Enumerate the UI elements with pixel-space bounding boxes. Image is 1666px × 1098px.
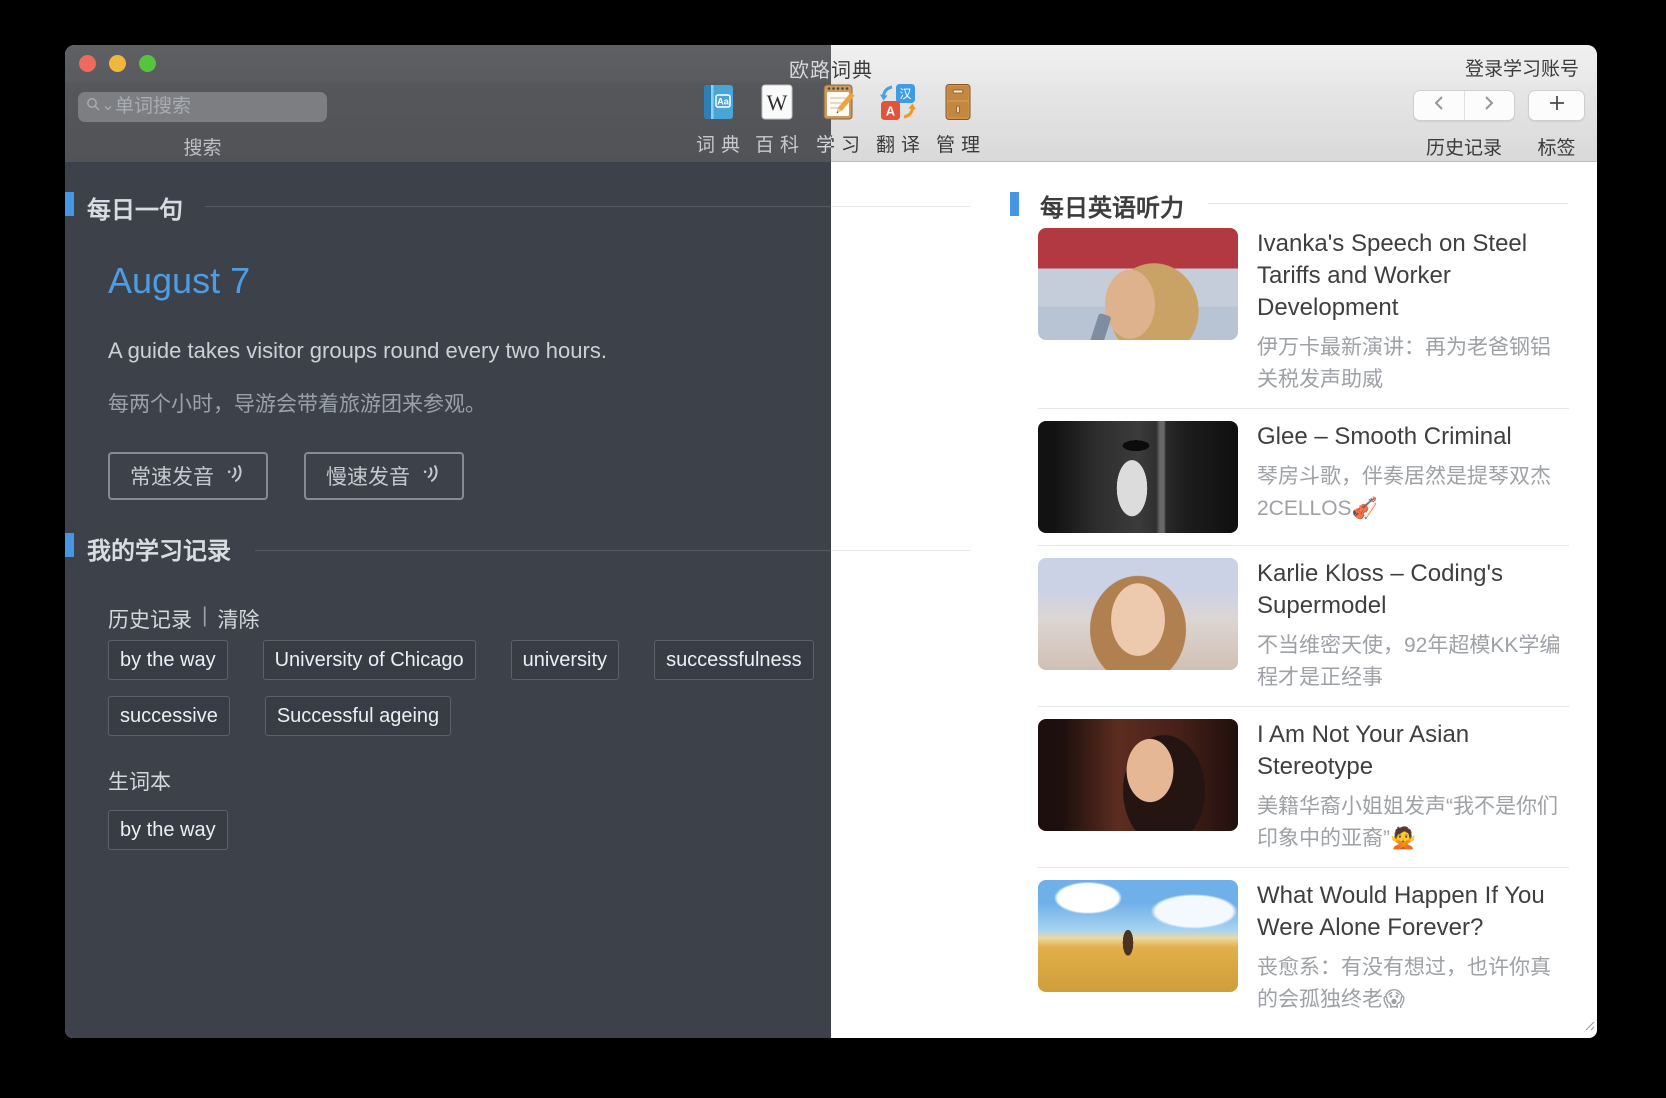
back-button[interactable]: [1414, 91, 1464, 120]
section-accent-bar: [65, 533, 74, 557]
daily-listening-list: Ivanka's Speech on Steel Tariffs and Wor…: [1038, 216, 1569, 1028]
listening-item-title: Karlie Kloss – Coding's Supermodel: [1257, 560, 1504, 619]
app-window: 欧路词典 登录学习账号 搜索 Aa 词典 W: [65, 45, 1597, 1038]
wordbook-tags-row: by the way: [108, 810, 228, 850]
history-tag[interactable]: university: [510, 640, 620, 680]
tag-label: Successful ageing: [276, 704, 440, 727]
tag-label: successfulness: [666, 648, 802, 671]
history-header: 历史记录 | 清除: [108, 604, 259, 634]
listening-item-subtitle: 琴房斗歌，伴奏居然是提琴双杰2CELLOS🎻: [1257, 465, 1551, 520]
listening-item-subtitle: 美籍华裔小姐姐发声“我不是你们印象中的亚裔”🙅: [1257, 795, 1558, 850]
tag-label: by the way: [120, 818, 216, 841]
history-nav-group: [1413, 90, 1515, 121]
listening-item-title: I Am Not Your Asian Stereotype: [1257, 721, 1470, 780]
listening-item-subtitle: 不当维密天使，92年超模KK学编程才是正经事: [1257, 634, 1561, 689]
search-toolbar-label: 搜索: [183, 138, 222, 159]
history-tag[interactable]: successfulness: [654, 640, 814, 680]
wordbook-tag[interactable]: by the way: [108, 810, 228, 850]
toolbar-divider: [831, 161, 1597, 162]
section-accent-bar: [65, 192, 74, 216]
chevron-right-icon: [1483, 95, 1495, 116]
toolbar-label-manage: 管理: [935, 135, 986, 156]
listening-item[interactable]: Ivanka's Speech on Steel Tariffs and Wor…: [1038, 216, 1569, 408]
thumbnail-alone-forever[interactable]: [1038, 880, 1238, 992]
section-divider: [1208, 203, 1568, 204]
study-records-section-title: 我的学习记录: [87, 538, 231, 565]
window-chrome: 欧路词典 登录学习账号 搜索 Aa 词典 W: [65, 45, 1597, 162]
listening-item-text: Karlie Kloss – Coding's Supermodel 不当维密天…: [1257, 558, 1569, 694]
thumbnail-asian-stereotype[interactable]: [1038, 719, 1238, 831]
history-tags-row-1: by the way University of Chicago univers…: [108, 640, 814, 680]
listening-item-text: Ivanka's Speech on Steel Tariffs and Wor…: [1257, 228, 1569, 396]
svg-text:汉: 汉: [899, 87, 911, 101]
word-search-field[interactable]: [78, 92, 327, 122]
daily-panel: 每日一句 August 7 A guide takes visitor grou…: [65, 162, 970, 1038]
separator: |: [202, 604, 208, 627]
section-divider: [255, 550, 970, 551]
listening-item[interactable]: Glee – Smooth Criminal 琴房斗歌，伴奏居然是提琴双杰2CE…: [1038, 408, 1569, 545]
normal-speed-label: 常速发音: [130, 466, 214, 489]
history-tag[interactable]: University of Chicago: [262, 640, 476, 680]
manage-cabinet-icon: [916, 82, 1000, 122]
listening-item-text: What Would Happen If You Were Alone Fore…: [1257, 880, 1569, 1016]
speaker-waves-icon: [224, 462, 246, 490]
listening-item[interactable]: I Am Not Your Asian Stereotype 美籍华裔小姐姐发声…: [1038, 706, 1569, 867]
history-tags-row-2: successive Successful ageing: [108, 696, 452, 736]
thumbnail-karlie-kloss-coding[interactable]: [1038, 558, 1238, 670]
daily-sentence-chinese: 每两个小时，导游会带着旅游团来参观。: [108, 393, 486, 416]
history-tag[interactable]: by the way: [108, 640, 228, 680]
listening-item-title: Ivanka's Speech on Steel Tariffs and Wor…: [1257, 230, 1528, 321]
desktop-background: 欧路词典 登录学习账号 搜索 Aa 词典 W: [0, 0, 1666, 1098]
section-accent-bar: [1010, 192, 1019, 216]
section-divider: [205, 206, 970, 207]
plus-icon: [1549, 95, 1565, 116]
speaker-waves-icon: [420, 462, 442, 490]
window-title: 欧路词典: [65, 54, 1597, 83]
listening-item-subtitle: 丧愈系：有没有想过，也许你真的会孤独终老😱: [1257, 956, 1551, 1011]
daily-sentence-english: A guide takes visitor groups round every…: [108, 338, 607, 363]
wordbook-label: 生词本: [108, 771, 171, 794]
add-tag-button[interactable]: [1528, 90, 1585, 121]
search-scope-chevron-icon[interactable]: [104, 98, 112, 116]
toolbar-item-manage[interactable]: 管理: [916, 82, 1000, 157]
listening-item[interactable]: What Would Happen If You Were Alone Fore…: [1038, 867, 1569, 1028]
thumbnail-ivanka-speech[interactable]: [1038, 228, 1238, 340]
tags-nav-label: 标签: [1537, 138, 1576, 159]
svg-text:W: W: [767, 90, 788, 115]
history-nav-label: 历史记录: [1425, 138, 1502, 159]
listening-item-text: Glee – Smooth Criminal 琴房斗歌，伴奏居然是提琴双杰2CE…: [1257, 421, 1569, 533]
listening-item-title: What Would Happen If You Were Alone Fore…: [1257, 882, 1545, 941]
slow-speed-label: 慢速发音: [326, 466, 410, 489]
search-input[interactable]: [115, 96, 319, 118]
resize-grip[interactable]: [1582, 1018, 1595, 1036]
daily-sentence-section-title: 每日一句: [87, 197, 183, 224]
tag-label: University of Chicago: [274, 648, 464, 671]
history-tag[interactable]: successive: [108, 696, 230, 736]
search-icon: [86, 97, 101, 117]
normal-speed-button[interactable]: 常速发音: [108, 452, 268, 500]
slow-speed-button[interactable]: 慢速发音: [304, 452, 464, 500]
svg-text:A: A: [886, 104, 896, 119]
daily-sentence-date: August 7: [108, 260, 251, 301]
pronunciation-buttons: 常速发音 慢速发音: [108, 452, 464, 500]
listening-item[interactable]: Karlie Kloss – Coding's Supermodel 不当维密天…: [1038, 545, 1569, 706]
history-tag[interactable]: Successful ageing: [264, 696, 452, 736]
thumbnail-glee-smooth-criminal[interactable]: [1038, 421, 1238, 533]
listening-item-text: I Am Not Your Asian Stereotype 美籍华裔小姐姐发声…: [1257, 719, 1569, 855]
login-account-link[interactable]: 登录学习账号: [1465, 54, 1579, 81]
svg-text:Aa: Aa: [717, 97, 729, 107]
listening-item-title: Glee – Smooth Criminal: [1257, 423, 1512, 450]
history-label: 历史记录: [108, 609, 192, 632]
chevron-left-icon: [1433, 95, 1445, 116]
clear-history-button[interactable]: 清除: [217, 604, 259, 634]
tag-label: successive: [120, 704, 218, 727]
tag-label: by the way: [120, 648, 216, 671]
tag-label: university: [522, 648, 608, 671]
forward-button[interactable]: [1463, 91, 1515, 120]
listening-item-subtitle: 伊万卡最新演讲：再为老爸钢铝关税发声助威: [1257, 336, 1551, 391]
